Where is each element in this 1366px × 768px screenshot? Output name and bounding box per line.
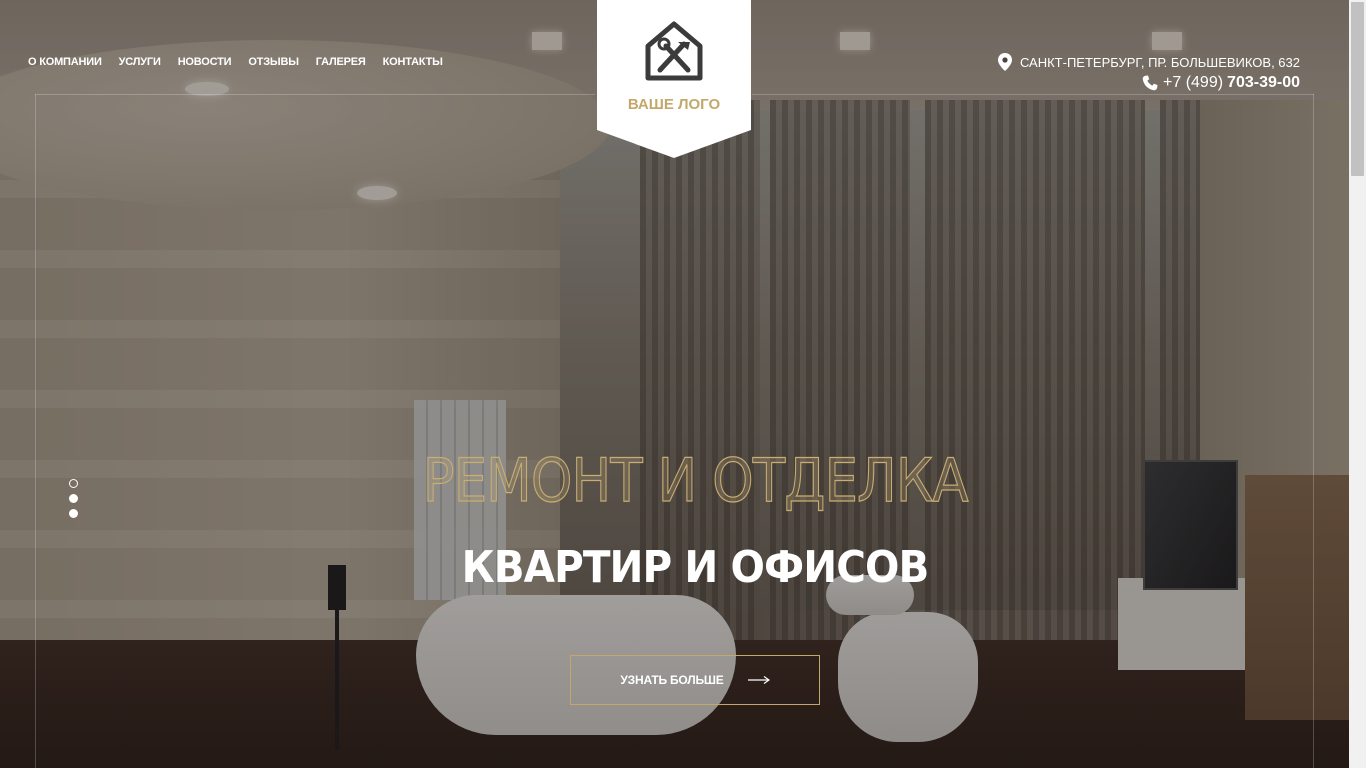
learn-more-label: УЗНАТЬ БОЛЬШЕ	[620, 673, 724, 687]
map-pin-icon	[997, 53, 1012, 71]
page-viewport: О КОМПАНИИ УСЛУГИ НОВОСТИ ОТЗЫВЫ ГАЛЕРЕЯ…	[0, 0, 1349, 768]
site-logo[interactable]: ВАШЕ ЛОГО	[597, 0, 751, 158]
slider-dot-1[interactable]	[69, 479, 78, 488]
hero-subtitle: КВАРТИР И ОФИСОВ	[461, 542, 930, 593]
slider-dot-2[interactable]	[69, 494, 78, 503]
page-scrollbar[interactable]	[1349, 0, 1366, 768]
phone-prefix: +7 (499)	[1163, 74, 1224, 91]
address: САНКТ-ПЕТЕРБУРГ, ПР. БОЛЬШЕВИКОВ, 632	[997, 53, 1300, 71]
frame-line	[35, 94, 595, 95]
house-tools-icon	[645, 21, 703, 81]
slider-pagination	[69, 479, 78, 524]
frame-line	[35, 94, 36, 768]
nav-item-contacts[interactable]: КОНТАКТЫ	[383, 56, 443, 68]
frame-line	[752, 94, 1314, 95]
phone-number: 703-39-00	[1227, 74, 1300, 91]
scrollbar-thumb[interactable]	[1351, 2, 1364, 176]
phone-icon	[1142, 75, 1158, 91]
main-nav: О КОМПАНИИ УСЛУГИ НОВОСТИ ОТЗЫВЫ ГАЛЕРЕЯ…	[28, 56, 460, 68]
address-text: САНКТ-ПЕТЕРБУРГ, ПР. БОЛЬШЕВИКОВ, 632	[1019, 54, 1300, 70]
frame-line	[1313, 94, 1314, 768]
nav-item-reviews[interactable]: ОТЗЫВЫ	[248, 56, 299, 68]
slider-dot-3[interactable]	[69, 509, 78, 518]
learn-more-button[interactable]: УЗНАТЬ БОЛЬШЕ	[570, 655, 820, 705]
phone[interactable]: +7 (499) 703-39-00	[1142, 74, 1300, 92]
nav-item-gallery[interactable]: ГАЛЕРЕЯ	[316, 56, 366, 68]
arrow-right-icon	[747, 676, 770, 684]
nav-item-news[interactable]: НОВОСТИ	[178, 56, 232, 68]
hero-title: РЕМОНТ И ОТДЕЛКА	[422, 445, 969, 516]
nav-item-about[interactable]: О КОМПАНИИ	[28, 56, 102, 68]
nav-item-services[interactable]: УСЛУГИ	[119, 56, 161, 68]
logo-text: ВАШЕ ЛОГО	[627, 96, 721, 113]
